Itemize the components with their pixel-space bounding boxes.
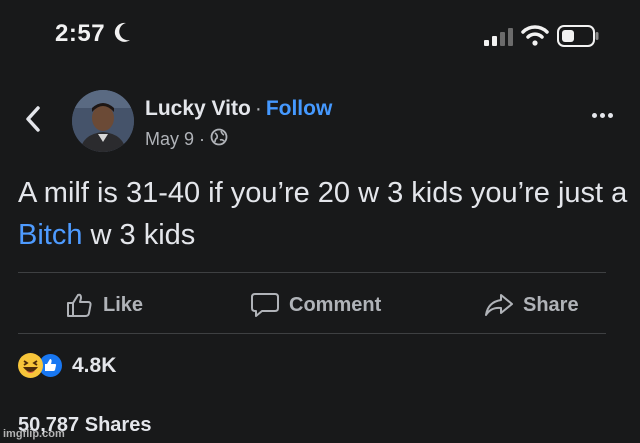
comment-label: Comment xyxy=(289,293,382,316)
divider xyxy=(18,333,606,334)
wifi-icon xyxy=(521,24,549,51)
action-bar: Like Comment Share xyxy=(0,280,640,330)
back-chevron-icon[interactable] xyxy=(24,105,42,138)
status-bar: 2:57 xyxy=(0,0,640,70)
haha-icon xyxy=(18,353,43,378)
comment-icon xyxy=(251,293,279,317)
share-button[interactable]: Share xyxy=(484,292,579,318)
post-meta: May 9 · xyxy=(145,128,228,151)
date-separator: · xyxy=(199,129,206,149)
moon-icon xyxy=(114,21,132,48)
post-date[interactable]: May 9 xyxy=(145,129,194,150)
status-time: 2:57 xyxy=(55,20,106,47)
like-button[interactable]: Like xyxy=(66,292,143,318)
globe-icon xyxy=(210,128,228,151)
more-options-icon[interactable] xyxy=(592,113,613,118)
like-label: Like xyxy=(103,293,144,316)
share-label: Share xyxy=(523,293,579,316)
follow-button[interactable]: Follow xyxy=(266,97,333,120)
reaction-count: 4.8K xyxy=(72,353,117,377)
divider xyxy=(18,272,606,273)
comment-button[interactable]: Comment xyxy=(250,292,381,318)
reactions-summary[interactable]: 4.8K xyxy=(18,352,116,379)
post-text-part2: w 3 kids xyxy=(82,219,196,251)
cell-signal-icon xyxy=(484,28,514,51)
author-line: Lucky Vito · Follow xyxy=(145,97,332,121)
author-name[interactable]: Lucky Vito xyxy=(145,97,251,120)
share-icon xyxy=(485,294,513,316)
post-text-link[interactable]: Bitch xyxy=(18,219,82,251)
thumbs-up-icon xyxy=(67,293,92,317)
post-text-part1: A milf is 31-40 if you’re 20 w 3 kids yo… xyxy=(18,177,628,209)
name-separator: · xyxy=(254,97,262,120)
avatar[interactable] xyxy=(72,90,134,152)
battery-icon xyxy=(557,25,599,52)
post-text: A milf is 31-40 if you’re 20 w 3 kids yo… xyxy=(18,172,628,256)
watermark: imgflip.com xyxy=(3,428,65,440)
